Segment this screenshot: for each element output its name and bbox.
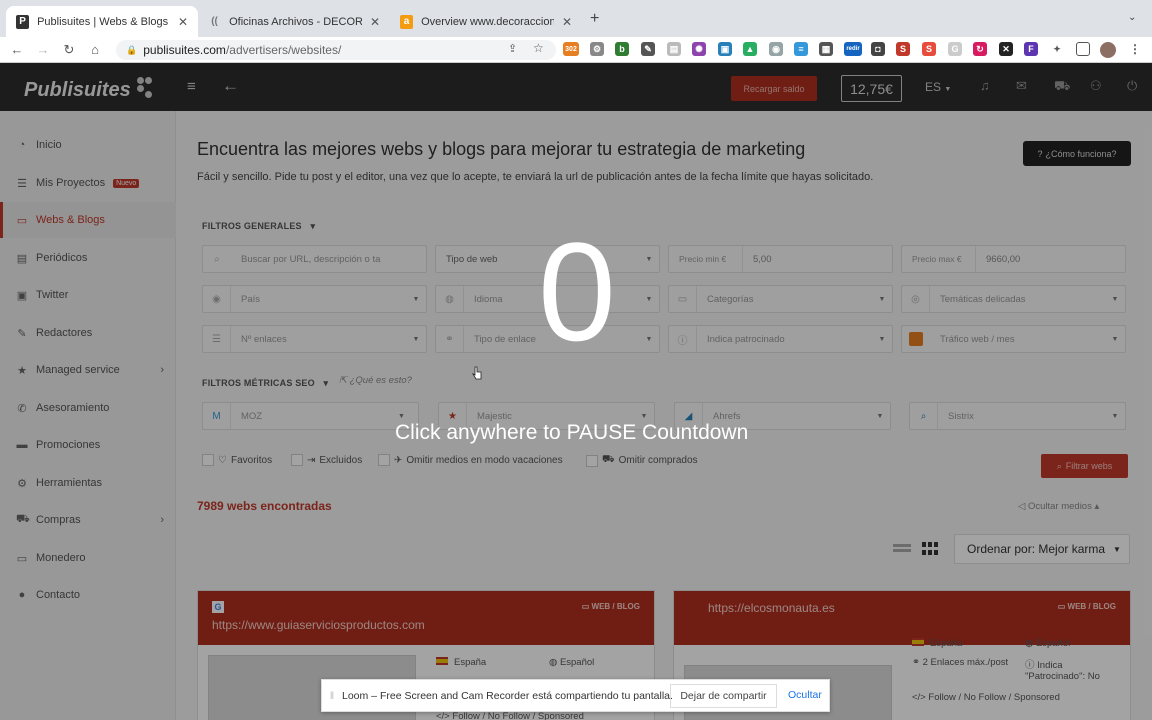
drag-handle-icon[interactable]: ‖ — [322, 690, 342, 702]
g-extension-icon[interactable]: G — [948, 42, 962, 56]
hide-button[interactable]: Ocultar — [788, 689, 822, 701]
refresh-extension-icon[interactable]: ↻ — [973, 42, 987, 56]
url-field[interactable]: 🔒 publisuites.com/advertisers/websites/ — [116, 40, 556, 60]
mouse-cursor-icon — [472, 366, 482, 380]
window-extension-icon[interactable]: ▣ — [718, 42, 732, 56]
puzzle-extensions-icon[interactable]: ✦ — [1050, 42, 1064, 56]
sidebar-panel-icon[interactable] — [1076, 42, 1090, 56]
chrome-extension-icon[interactable]: ◉ — [769, 42, 783, 56]
note-extension-icon[interactable]: ▤ — [667, 42, 681, 56]
redirect-302-extension-icon[interactable]: 302 — [563, 42, 579, 56]
url-path: /advertisers/websites/ — [225, 43, 342, 57]
close-tab-icon[interactable]: ✕ — [370, 15, 380, 29]
bookmark-star-icon[interactable]: ☆ — [533, 41, 544, 55]
ahrefs-favicon-icon: a — [400, 14, 414, 29]
stop-sharing-button[interactable]: Dejar de compartir — [670, 684, 777, 708]
new-tab-button[interactable]: + — [590, 10, 599, 28]
countdown-overlay[interactable] — [0, 63, 1152, 720]
f-extension-icon[interactable]: F — [1024, 42, 1038, 56]
tab-title: Oficinas Archivos - DECORACC — [229, 15, 362, 28]
bw-extension-icon[interactable]: b — [615, 42, 629, 56]
tree-extension-icon[interactable]: ▲ — [743, 42, 757, 56]
profile-avatar[interactable] — [1100, 42, 1116, 58]
reload-icon[interactable]: ↻ — [56, 42, 82, 58]
forward-arrow-icon[interactable]: → — [30, 42, 56, 57]
home-icon[interactable]: ⌂ — [82, 42, 108, 57]
decoraccion-favicon-icon: (( — [211, 16, 218, 27]
tab-title: Publisuites | Webs & Blogs — [37, 15, 169, 28]
screen-share-bar: ‖ Loom – Free Screen and Cam Recorder es… — [321, 679, 830, 712]
browser-menu-icon[interactable]: ⋮ — [1128, 42, 1142, 56]
publisuites-favicon-icon: P — [16, 14, 30, 29]
close-tab-icon[interactable]: ✕ — [178, 15, 188, 29]
tab-publisuites[interactable]: P Publisuites | Webs & Blogs ✕ — [6, 6, 198, 37]
chat-extension-icon[interactable]: ▦ — [819, 42, 833, 56]
s-red-extension-icon[interactable]: S — [922, 42, 936, 56]
redir-extension-icon[interactable]: redir — [844, 42, 862, 56]
pause-countdown-text[interactable]: Click anywhere to PAUSE Countdown — [395, 421, 748, 445]
lock-icon: 🔒 — [126, 44, 138, 55]
share-icon[interactable]: ⇪ — [508, 42, 517, 55]
pen-extension-icon[interactable]: ✎ — [641, 42, 655, 56]
url-host: publisuites.com — [143, 43, 226, 57]
ext-badge: 302 — [565, 45, 577, 53]
s-extension-icon[interactable]: S — [896, 42, 910, 56]
tab-overview[interactable]: a Overview www.decoraccion.es ✕ — [390, 6, 582, 37]
close-tab-icon[interactable]: ✕ — [562, 15, 572, 29]
back-arrow-icon[interactable]: ← — [4, 42, 30, 57]
gear-extension-icon[interactable]: ⚙ — [590, 42, 604, 56]
countdown-number: 0 — [538, 213, 616, 370]
box-extension-icon[interactable]: ◘ — [871, 42, 885, 56]
text-extension-icon[interactable]: ≡ — [794, 42, 808, 56]
tab-title: Overview www.decoraccion.es — [421, 15, 554, 28]
tab-oficinas[interactable]: (( Oficinas Archivos - DECORACC ✕ — [198, 6, 390, 37]
ext-badge: redir — [846, 46, 860, 52]
x-extension-icon[interactable]: ✕ — [999, 42, 1013, 56]
tab-list-chevron-icon[interactable]: ⌄ — [1128, 12, 1136, 23]
share-message: Loom – Free Screen and Cam Recorder está… — [342, 689, 673, 702]
flower-extension-icon[interactable]: ✺ — [692, 42, 706, 56]
browser-tab-bar: P Publisuites | Webs & Blogs ✕ (( Oficin… — [0, 0, 1152, 37]
